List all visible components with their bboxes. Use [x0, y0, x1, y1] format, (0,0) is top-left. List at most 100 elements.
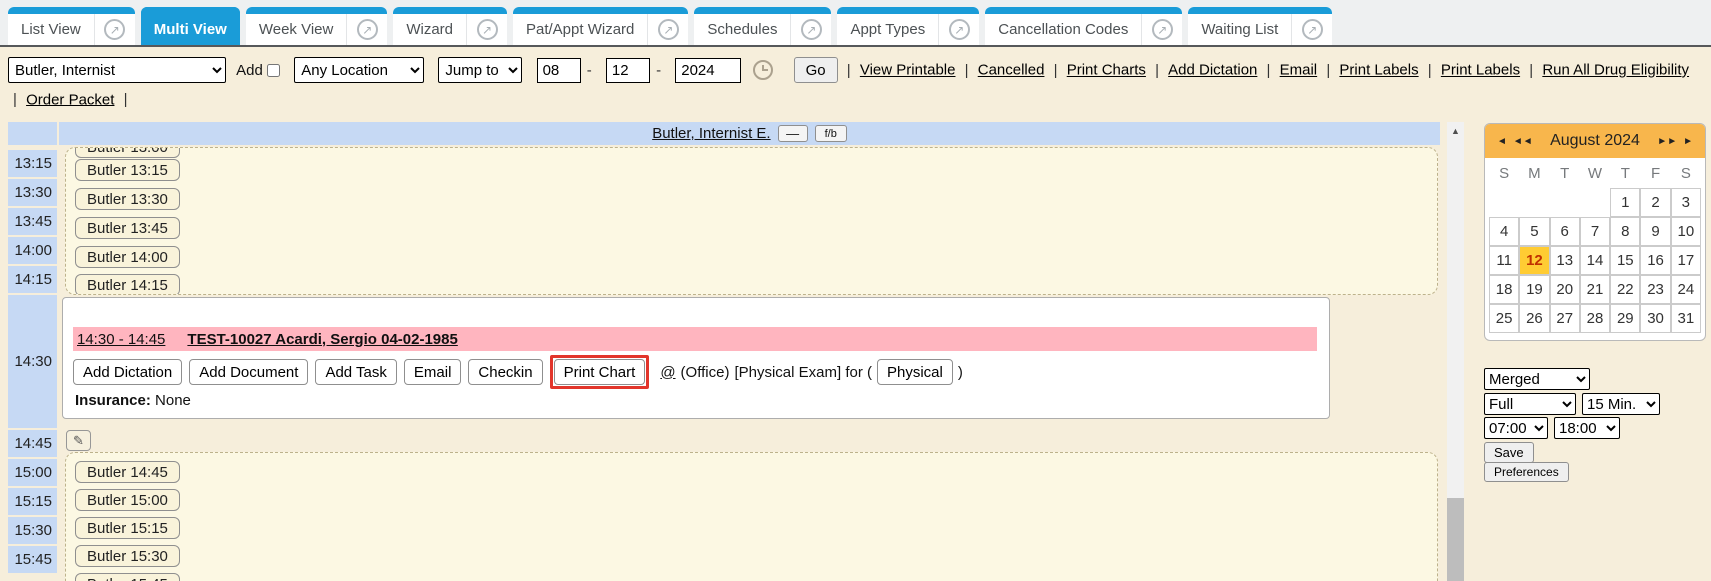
provider-header-link[interactable]: Butler, Internist E. — [652, 125, 770, 142]
calendar-prev-year-icon[interactable]: ◄ — [1494, 136, 1510, 147]
calendar-day-selected[interactable]: 12 — [1519, 246, 1549, 275]
tab-label[interactable]: Schedules — [694, 21, 790, 38]
date-day-input[interactable] — [606, 58, 650, 83]
tab-schedules[interactable]: Schedules ↗ — [694, 7, 831, 45]
calendar-day[interactable]: 23 — [1640, 275, 1670, 304]
tab-label[interactable]: Appt Types — [837, 21, 938, 38]
calendar-day[interactable]: 22 — [1610, 275, 1640, 304]
calendar-day[interactable]: 18 — [1489, 275, 1519, 304]
slot-button[interactable]: Butler 15:00 — [75, 489, 180, 511]
calendar-day[interactable]: 5 — [1519, 217, 1549, 246]
tab-week-view[interactable]: Week View ↗ — [246, 7, 387, 45]
add-task-button[interactable]: Add Task — [315, 359, 396, 385]
tab-pat-appt-wizard[interactable]: Pat/Appt Wizard ↗ — [513, 7, 688, 45]
vertical-scrollbar[interactable]: ▲ — [1447, 122, 1464, 581]
view-printable-link[interactable]: View Printable — [860, 62, 956, 79]
start-time-select[interactable]: 07:00 — [1484, 417, 1548, 439]
tab-label[interactable]: Wizard — [393, 21, 466, 38]
print-labels-link[interactable]: Print Labels — [1339, 62, 1418, 79]
calendar-day[interactable]: 28 — [1580, 304, 1610, 333]
calendar-day[interactable]: 24 — [1671, 275, 1701, 304]
calendar-day[interactable]: 10 — [1671, 217, 1701, 246]
scrollbar-thumb[interactable] — [1447, 498, 1464, 581]
slot-button[interactable]: Butler 13:45 — [75, 217, 180, 239]
appointment-type-button[interactable]: Physical — [877, 359, 953, 385]
edit-slot-button[interactable]: ✎ — [66, 430, 91, 451]
open-new-window-icon[interactable]: ↗ — [1292, 19, 1332, 40]
fb-button[interactable]: f/b — [815, 125, 847, 142]
slot-button[interactable]: Butler 14:45 — [75, 461, 180, 483]
slot-button[interactable]: Butler 14:15 — [75, 274, 180, 295]
tab-wizard[interactable]: Wizard ↗ — [393, 7, 507, 45]
add-dictation-button[interactable]: Add Dictation — [73, 359, 182, 385]
calendar-next-month-icon[interactable]: ►► — [1654, 136, 1680, 147]
calendar-day[interactable]: 4 — [1489, 217, 1519, 246]
print-labels-link-2[interactable]: Print Labels — [1441, 62, 1520, 79]
calendar-day[interactable]: 27 — [1550, 304, 1580, 333]
tab-waiting-list[interactable]: Waiting List ↗ — [1188, 7, 1332, 45]
jump-to-select[interactable]: Jump to — [438, 57, 522, 83]
end-time-select[interactable]: 18:00 — [1554, 417, 1620, 439]
tab-label[interactable]: Cancellation Codes — [985, 21, 1141, 38]
tab-multi-view[interactable]: Multi View — [141, 7, 240, 45]
slot-button[interactable]: Butler 13:15 — [75, 159, 180, 181]
calendar-day[interactable]: 13 — [1550, 246, 1580, 275]
slot-button[interactable]: Butler 13:30 — [75, 188, 180, 210]
calendar-day[interactable]: 21 — [1580, 275, 1610, 304]
slot-button[interactable]: Butler 14:00 — [75, 246, 180, 268]
open-new-window-icon[interactable]: ↗ — [791, 19, 831, 40]
clock-icon[interactable] — [753, 60, 773, 80]
calendar-day[interactable]: 2 — [1640, 188, 1670, 217]
tab-label[interactable]: Multi View — [141, 21, 240, 38]
email-link[interactable]: Email — [1280, 62, 1318, 79]
provider-select[interactable]: Butler, Internist — [8, 57, 226, 83]
calendar-day[interactable]: 14 — [1580, 246, 1610, 275]
calendar-day[interactable]: 15 — [1610, 246, 1640, 275]
calendar-day[interactable]: 29 — [1610, 304, 1640, 333]
calendar-day[interactable]: 26 — [1519, 304, 1549, 333]
calendar-day[interactable]: 20 — [1550, 275, 1580, 304]
view-mode-select[interactable]: Merged — [1484, 368, 1590, 390]
tab-cancellation-codes[interactable]: Cancellation Codes ↗ — [985, 7, 1182, 45]
add-document-button[interactable]: Add Document — [189, 359, 308, 385]
tab-label[interactable]: Waiting List — [1188, 21, 1291, 38]
cancelled-link[interactable]: Cancelled — [978, 62, 1045, 79]
calendar-day[interactable]: 16 — [1640, 246, 1670, 275]
size-select[interactable]: Full — [1484, 393, 1576, 415]
calendar-day[interactable]: 6 — [1550, 217, 1580, 246]
calendar-day[interactable]: 19 — [1519, 275, 1549, 304]
calendar-day[interactable]: 25 — [1489, 304, 1519, 333]
calendar-day[interactable]: 1 — [1610, 188, 1640, 217]
preferences-button[interactable]: Preferences — [1484, 462, 1569, 482]
tab-appt-types[interactable]: Appt Types ↗ — [837, 7, 979, 45]
tab-label[interactable]: Week View — [246, 21, 346, 38]
print-chart-button[interactable]: Print Chart — [554, 359, 646, 385]
calendar-day[interactable]: 31 — [1671, 304, 1701, 333]
calendar-prev-month-icon[interactable]: ◄◄ — [1510, 136, 1536, 147]
calendar-day[interactable]: 30 — [1640, 304, 1670, 333]
interval-select[interactable]: 15 Min. — [1582, 393, 1660, 415]
open-new-window-icon[interactable]: ↗ — [467, 19, 507, 40]
calendar-day[interactable]: 9 — [1640, 217, 1670, 246]
checkin-button[interactable]: Checkin — [468, 359, 542, 385]
open-new-window-icon[interactable]: ↗ — [939, 19, 979, 40]
calendar-day[interactable]: 17 — [1671, 246, 1701, 275]
calendar-day[interactable]: 11 — [1489, 246, 1519, 275]
date-month-input[interactable] — [537, 58, 581, 83]
add-dictation-link[interactable]: Add Dictation — [1168, 62, 1257, 79]
patient-link[interactable]: TEST-10027 Acardi, Sergio 04-02-1985 — [187, 331, 457, 348]
open-new-window-icon[interactable]: ↗ — [347, 19, 387, 40]
slot-button[interactable]: Butler 15:45 — [75, 573, 180, 581]
calendar-day[interactable]: 8 — [1610, 217, 1640, 246]
scroll-up-icon[interactable]: ▲ — [1447, 122, 1464, 139]
slot-button[interactable]: Butler 13:00 — [75, 147, 180, 158]
date-year-input[interactable] — [675, 58, 741, 83]
location-select[interactable]: Any Location — [294, 57, 424, 83]
open-new-window-icon[interactable]: ↗ — [1142, 19, 1182, 40]
tab-list-view[interactable]: List View ↗ — [8, 7, 135, 45]
go-button[interactable]: Go — [794, 57, 838, 83]
run-all-drug-eligibility-link[interactable]: Run All Drug Eligibility — [1542, 62, 1689, 79]
appointment-time-link[interactable]: 14:30 - 14:45 — [77, 331, 165, 348]
slot-button[interactable]: Butler 15:30 — [75, 545, 180, 567]
minimize-column-button[interactable]: — — [778, 125, 808, 142]
